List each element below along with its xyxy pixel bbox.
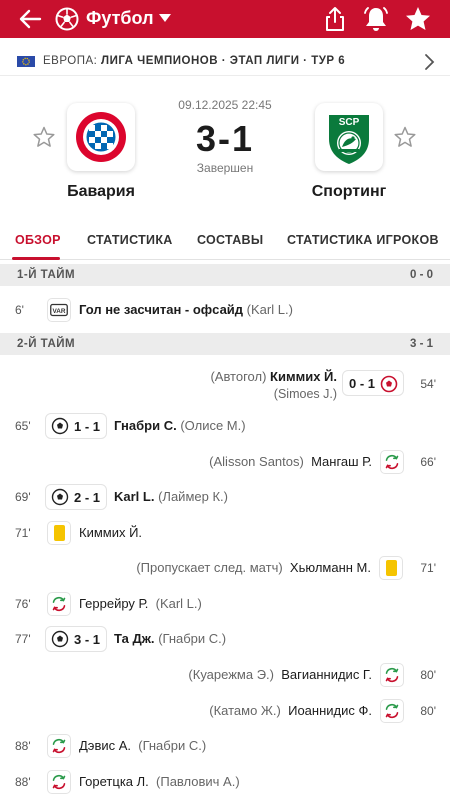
event-minute: 77': [15, 632, 31, 646]
active-tab-indicator: [12, 257, 60, 260]
tab-statistics[interactable]: СТАТИСТИКА: [87, 233, 173, 247]
substitution-icon: [47, 770, 71, 794]
event-row[interactable]: (Автогол) Киммих Й. (Simoes J.) 0 - 1 54…: [0, 367, 450, 407]
event-minute: 66': [420, 455, 436, 469]
event-minute: 54': [420, 377, 436, 391]
event-minute: 88': [15, 739, 31, 753]
yellow-card-icon: [379, 556, 403, 580]
own-goal-ball-icon: [380, 375, 398, 393]
home-team-logo[interactable]: [67, 103, 135, 171]
ball-icon: [51, 417, 69, 435]
away-team-name[interactable]: Спортинг: [289, 183, 409, 201]
ball-icon: [51, 488, 69, 506]
event-row[interactable]: 65' 1 - 1 Гнабри С. (Олисе М.): [0, 409, 450, 443]
substitution-icon: [47, 734, 71, 758]
match-tabs: ОБЗОР СТАТИСТИКА СОСТАВЫ СТАТИСТИКА ИГРО…: [0, 222, 450, 260]
soccer-ball-icon: [55, 7, 79, 31]
svg-text:VAR: VAR: [52, 308, 65, 315]
substitution-icon: [380, 699, 404, 723]
back-arrow-icon[interactable]: [16, 5, 44, 33]
event-minute: 80': [420, 668, 436, 682]
event-row[interactable]: 71' Киммих Й.: [0, 516, 450, 550]
event-text: Гнабри С. (Олисе М.): [114, 418, 246, 433]
sport-title[interactable]: Футбол: [86, 8, 154, 29]
event-row[interactable]: 88' Дэвис А. (Гнабри С.): [0, 729, 450, 763]
event-minute: 71': [420, 561, 436, 575]
caret-down-icon[interactable]: [158, 13, 172, 23]
event-text: Геррейру Р. (Karl L.): [79, 596, 202, 611]
event-row[interactable]: 69' 2 - 1 Karl L. (Лаймер К.): [0, 480, 450, 514]
event-text: Karl L. (Лаймер К.): [114, 489, 228, 504]
share-icon[interactable]: [322, 5, 348, 33]
event-text: Горетцка Л. (Павлович А.): [79, 774, 240, 789]
event-text: Киммих Й.: [79, 525, 143, 540]
section-second-half: 2-Й ТАЙМ 3 - 1: [0, 333, 450, 355]
event-minute: 80': [420, 704, 436, 718]
away-team-logo[interactable]: SCP: [315, 103, 383, 171]
event-text: (Alisson Santos) Мангаш Р.: [209, 454, 372, 469]
away-favorite-star-icon[interactable]: [394, 126, 416, 148]
league-name: ЕВРОПА: ЛИГА ЧЕМПИОНОВ · ЭТАП ЛИГИ · ТУР…: [43, 55, 346, 67]
home-team-name[interactable]: Бавария: [41, 183, 161, 201]
score-chip: 3 - 1: [45, 626, 107, 652]
ball-icon: [51, 630, 69, 648]
substitution-icon: [47, 592, 71, 616]
event-minute: 71': [15, 526, 31, 540]
section-score: 3 - 1: [409, 338, 433, 350]
event-row[interactable]: (Пропускает след. матч) Хьюлманн М. 71': [0, 551, 450, 585]
event-row[interactable]: (Катамо Ж.) Иоаннидис Ф. 80': [0, 694, 450, 728]
event-score: 3 - 1: [74, 632, 101, 647]
event-text: Дэвис А. (Гнабри С.): [79, 738, 207, 753]
event-text: (Автогол) Киммих Й.: [210, 369, 337, 384]
tab-lineups[interactable]: СОСТАВЫ: [197, 233, 263, 247]
event-minute: 6': [15, 303, 24, 317]
event-row[interactable]: 76' Геррейру Р. (Karl L.): [0, 587, 450, 621]
section-label: 1-Й ТАЙМ: [17, 269, 76, 281]
match-datetime: 09.12.2025 22:45: [178, 98, 272, 112]
app-header: Футбол: [0, 0, 450, 38]
event-text: (Катамо Ж.) Иоаннидис Ф.: [209, 703, 372, 718]
event-text: Та Дж. (Гнабри С.): [114, 631, 227, 646]
league-bar[interactable]: ЕВРОПА: ЛИГА ЧЕМПИОНОВ · ЭТАП ЛИГИ · ТУР…: [0, 46, 450, 76]
event-minute: 76': [15, 597, 31, 611]
tab-player-statistics[interactable]: СТАТИСТИКА ИГРОКОВ: [287, 233, 439, 247]
event-text: (Пропускает след. матч) Хьюлманн М.: [136, 560, 371, 575]
tab-overview[interactable]: ОБЗОР: [15, 233, 61, 247]
event-row[interactable]: 6' VAR Гол не засчитан - офсайд (Karl L.…: [0, 293, 450, 327]
event-score: 2 - 1: [74, 490, 101, 505]
event-score: 1 - 1: [74, 419, 101, 434]
chevron-right-icon[interactable]: [422, 52, 436, 72]
event-minute: 69': [15, 490, 31, 504]
var-icon: VAR: [47, 298, 71, 322]
match-score: 3-1: [195, 118, 255, 159]
event-assist: (Simoes J.): [273, 387, 337, 401]
event-row[interactable]: (Alisson Santos) Мангаш Р. 66': [0, 445, 450, 479]
event-row[interactable]: 77' 3 - 1 Та Дж. (Гнабри С.): [0, 622, 450, 656]
europe-flag-icon: [17, 56, 35, 67]
substitution-icon: [380, 450, 404, 474]
svg-text:SCP: SCP: [339, 117, 360, 128]
event-text: Гол не засчитан - офсайд (Karl L.): [79, 302, 293, 317]
bayern-crest-icon: [76, 112, 126, 162]
home-favorite-star-icon[interactable]: [33, 126, 55, 148]
bell-icon[interactable]: [362, 4, 390, 34]
score-chip: 0 - 1: [342, 370, 404, 396]
event-minute: 65': [15, 419, 31, 433]
score-chip: 2 - 1: [45, 484, 107, 510]
section-label: 2-Й ТАЙМ: [17, 338, 76, 350]
yellow-card-icon: [47, 521, 71, 545]
match-header: Бавария 09.12.2025 22:45 3-1 Завершен SC…: [0, 88, 450, 218]
event-row[interactable]: (Куарежма Э.) Вагианнидис Г. 80': [0, 658, 450, 692]
event-score: 0 - 1: [349, 376, 376, 391]
section-first-half: 1-Й ТАЙМ 0 - 0: [0, 264, 450, 286]
event-minute: 88': [15, 775, 31, 789]
match-status: Завершен: [196, 161, 254, 175]
event-row[interactable]: 88' Горетцка Л. (Павлович А.): [0, 765, 450, 799]
sporting-crest-icon: SCP: [329, 115, 369, 164]
section-score: 0 - 0: [409, 269, 433, 281]
event-text: (Куарежма Э.) Вагианнидис Г.: [188, 667, 372, 682]
substitution-icon: [380, 663, 404, 687]
favorite-star-icon[interactable]: [404, 5, 432, 33]
score-chip: 1 - 1: [45, 413, 107, 439]
